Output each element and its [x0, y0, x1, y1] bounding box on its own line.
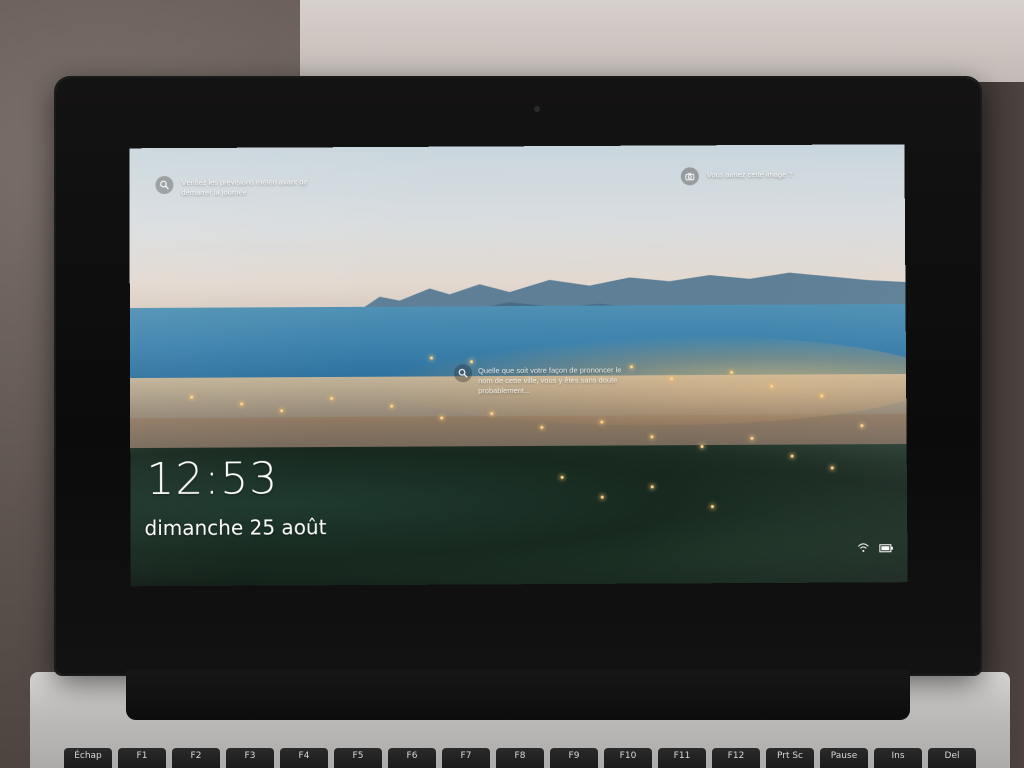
lock-screen-date: dimanche 25 août: [144, 515, 326, 540]
lock-screen[interactable]: Vérifiez les prévisions météo avant de d…: [129, 144, 907, 586]
key[interactable]: F8: [496, 748, 544, 768]
key[interactable]: Échap: [64, 748, 112, 768]
wifi-icon[interactable]: [857, 537, 869, 556]
key[interactable]: Ins: [874, 748, 922, 768]
photo-scene: Échap F1 F2 F3 F4 F5 F6 F7 F8 F9 F10 F11…: [0, 0, 1024, 768]
function-key-row: Échap F1 F2 F3 F4 F5 F6 F7 F8 F9 F10 F11…: [64, 748, 994, 768]
background-box: [300, 0, 1024, 82]
key[interactable]: F10: [604, 748, 652, 768]
key[interactable]: Del: [928, 748, 976, 768]
key[interactable]: F2: [172, 748, 220, 768]
key[interactable]: F12: [712, 748, 760, 768]
search-icon[interactable]: [454, 364, 472, 382]
battery-icon[interactable]: [879, 537, 893, 556]
status-icons: [857, 537, 893, 556]
key[interactable]: F4: [280, 748, 328, 768]
key[interactable]: F9: [550, 748, 598, 768]
laptop-hinge: [126, 670, 910, 720]
key[interactable]: Prt Sc: [766, 748, 814, 768]
key[interactable]: F6: [388, 748, 436, 768]
key[interactable]: Pause: [820, 748, 868, 768]
like-image-prompt[interactable]: Vous aimez cette image ?: [707, 170, 847, 181]
key[interactable]: F7: [442, 748, 490, 768]
key[interactable]: F1: [118, 748, 166, 768]
lock-screen-time: 12:53: [146, 453, 278, 505]
key[interactable]: F5: [334, 748, 382, 768]
weather-tip[interactable]: Vérifiez les prévisions météo avant de d…: [181, 177, 331, 198]
webcam: [534, 106, 540, 112]
key[interactable]: F11: [658, 748, 706, 768]
location-hint[interactable]: Quelle que soit votre façon de prononcer…: [478, 365, 628, 396]
search-icon[interactable]: [155, 176, 173, 194]
camera-icon[interactable]: [681, 167, 699, 185]
key[interactable]: F3: [226, 748, 274, 768]
